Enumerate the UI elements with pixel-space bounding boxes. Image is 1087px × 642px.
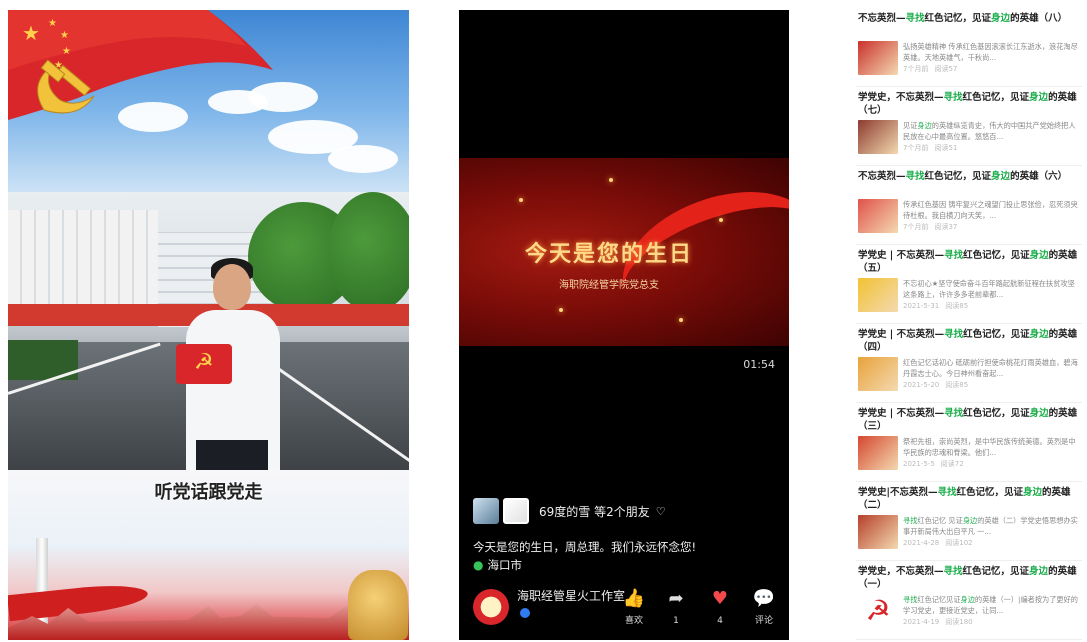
article-meta: 7个月前 阅读51 xyxy=(903,143,1080,153)
article-meta: 7个月前 阅读37 xyxy=(903,222,1080,232)
friends-liked-row[interactable]: 69度的雪 等2个朋友 ♡ xyxy=(473,498,666,524)
svg-text:★: ★ xyxy=(48,18,57,29)
article-reads: 阅读102 xyxy=(945,539,973,547)
post-text: 今天是您的生日，周总理。我们永远怀念您! xyxy=(473,540,697,554)
svg-text:★: ★ xyxy=(62,46,71,57)
article-summary: 见证身边的英雄纵览青史，伟大的中国共产党始终把人民放在心中最高位置。悠悠百... xyxy=(903,121,1076,141)
article-meta: 2021-4-19 阅读180 xyxy=(903,617,1080,627)
article-thumbnail xyxy=(858,515,898,549)
action-label: 评论 xyxy=(754,616,773,626)
article-thumbnail: ☭ xyxy=(858,594,898,628)
author-row: 海职经管星火工作室 👍 喜欢 ➦ 1 ♥ 4 💬 评论 xyxy=(473,587,783,637)
heart-outline-icon: ♡ xyxy=(655,504,666,518)
location-link[interactable]: ● 海口市 xyxy=(473,557,522,573)
action-label: 喜欢 xyxy=(624,616,643,626)
svg-text:★: ★ xyxy=(22,21,40,45)
article-title: 学党史，不忘英烈—寻找红色记忆，见证身边的英雄（七） xyxy=(858,92,1077,116)
share-button[interactable]: ➦ 1 xyxy=(661,587,691,627)
article-date: 7个月前 xyxy=(903,144,929,152)
article-list-panel: 不忘英烈—寻找红色记忆，见证身边的英雄（八） 弘扬英雄精神 传承红色基因滚滚长江东… xyxy=(856,8,1082,640)
article-thumbnail xyxy=(858,41,898,75)
svg-text:★: ★ xyxy=(60,30,69,41)
article-reads: 阅读57 xyxy=(934,65,958,73)
campus-photo: ☭ xyxy=(8,192,409,470)
article-date: 7个月前 xyxy=(903,65,929,73)
article-title: 学党史 | 不忘英烈—寻找红色记忆，见证身边的英雄（五） xyxy=(858,250,1078,274)
article-date: 2021-5-20 xyxy=(903,381,940,389)
video-subtitle: 海职院经管学院党总支 xyxy=(559,280,659,291)
article-date: 2021-4-19 xyxy=(903,618,940,626)
action-label: 4 xyxy=(717,616,723,626)
article-thumbnail xyxy=(858,278,898,312)
article-reads: 阅读37 xyxy=(934,223,958,231)
verified-icon xyxy=(520,608,530,618)
friend-avatar xyxy=(503,498,529,524)
mini-party-flag-icon: ☭ xyxy=(176,344,232,384)
article-meta: 7个月前 阅读57 xyxy=(903,64,1080,74)
stone-lion-icon xyxy=(348,570,408,640)
article-reads: 阅读51 xyxy=(934,144,958,152)
article-summary: 不忘初心★坚守使命奋斗百年路起航新征程在扶贫攻坚这条路上，许许多多老前辈都... xyxy=(903,279,1075,299)
article-title: 不忘英烈—寻找红色记忆，见证身边的英雄（六） xyxy=(858,171,1068,182)
author-avatar[interactable] xyxy=(473,589,509,625)
friends-liked-text: 69度的雪 等2个朋友 xyxy=(539,504,650,519)
location-text: 海口市 xyxy=(487,558,522,572)
article-title: 不忘英烈—寻找红色记忆，见证身边的英雄（八） xyxy=(858,13,1068,24)
article-item[interactable]: 不忘英烈—寻找红色记忆，见证身边的英雄（六） 传承红色基因 铸牢复兴之魂望门投止思… xyxy=(856,166,1082,245)
article-date: 7个月前 xyxy=(903,223,929,231)
article-meta: 2021-5-31 阅读85 xyxy=(903,301,1080,311)
article-summary: 红色记忆话初心 砥砺前行担使命桃花灯雨英雄血，碧海丹霞志士心。今日神州看奋起..… xyxy=(903,358,1078,378)
article-title: 学党史|不忘英烈—寻找红色记忆，见证身边的英雄（二） xyxy=(858,487,1071,511)
location-pin-icon: ● xyxy=(473,558,484,572)
video-post-panel: 今天是您的生日 海职院经管学院党总支 01:54 69度的雪 等2个朋友 ♡ 今… xyxy=(459,10,789,640)
thumb-up-icon: 👍 xyxy=(622,588,646,609)
article-item[interactable]: 学党史|不忘英烈—寻找红色记忆，见证身边的英雄（二） 寻找红色记忆 见证身边的英雄… xyxy=(856,482,1082,561)
video-duration: 01:54 xyxy=(743,358,775,371)
video-player[interactable]: 今天是您的生日 海职院经管学院党总支 xyxy=(459,158,789,346)
comment-button[interactable]: 💬 评论 xyxy=(749,587,779,627)
article-thumbnail xyxy=(858,436,898,470)
article-title: 学党史，不忘英烈—寻找红色记忆，见证身边的英雄（一） xyxy=(858,566,1077,590)
article-meta: 2021-5-5 阅读72 xyxy=(903,459,1080,469)
heart-button[interactable]: ♥ 4 xyxy=(705,587,735,627)
article-title: 学党史 | 不忘英烈—寻找红色记忆，见证身边的英雄（三） xyxy=(858,408,1078,432)
article-meta: 2021-4-28 阅读102 xyxy=(903,538,1080,548)
video-title: 今天是您的生日 xyxy=(524,242,693,267)
heart-icon: ♥ xyxy=(711,588,729,609)
article-summary: 寻找红色记忆见证身边的英雄（一）|编者按为了更好的学习党史，更接近党史，让同..… xyxy=(903,595,1078,615)
comment-icon: 💬 xyxy=(752,588,776,609)
article-item[interactable]: 学党史 | 不忘英烈—寻找红色记忆，见证身边的英雄（四） 红色记忆话初心 砥砺前行… xyxy=(856,324,1082,403)
friend-avatar xyxy=(473,498,499,524)
author-name[interactable]: 海职经管星火工作室 xyxy=(517,587,627,623)
article-summary: 传承红色基因 铸牢复兴之魂望门投止思张俭，忍死须臾待杜根。我自横刀向天笑，... xyxy=(903,200,1078,220)
article-summary: 祭祀先祖，崇尚英烈，是中华民族传统美德。英烈是中华民族的忠魂和脊梁。他们... xyxy=(903,437,1076,457)
article-item[interactable]: 学党史，不忘英烈—寻找红色记忆，见证身边的英雄（七） 见证身边的英雄纵览青史，伟大… xyxy=(856,87,1082,166)
thumb-up-button[interactable]: 👍 喜欢 xyxy=(619,587,649,627)
article-date: 2021-5-5 xyxy=(903,460,935,468)
article-item[interactable]: 学党史 | 不忘英烈—寻找红色记忆，见证身边的英雄（五） 不忘初心★坚守使命奋斗百… xyxy=(856,245,1082,324)
article-item[interactable]: 学党史，不忘英烈—寻找红色记忆，见证身边的英雄（一） ☭ 寻找红色记忆见证身边的英雄… xyxy=(856,561,1082,640)
article-date: 2021-5-31 xyxy=(903,302,940,310)
article-reads: 阅读85 xyxy=(945,381,969,389)
article-thumbnail xyxy=(858,120,898,154)
article-title: 学党史 | 不忘英烈—寻找红色记忆，见证身边的英雄（四） xyxy=(858,329,1078,353)
share-icon: ➦ xyxy=(668,588,684,609)
article-item[interactable]: 不忘英烈—寻找红色记忆，见证身边的英雄（八） 弘扬英雄精神 传承红色基因滚滚长江东… xyxy=(856,8,1082,87)
article-date: 2021-4-28 xyxy=(903,539,940,547)
article-reads: 阅读85 xyxy=(945,302,969,310)
article-summary: 弘扬英雄精神 传承红色基因滚滚长江东逝水，浪花淘尽英雄。天地英雄气，千秋尚... xyxy=(903,42,1078,62)
party-flag-icon: ★ ★ ★ ★ ★ xyxy=(8,10,273,120)
action-label: 1 xyxy=(673,616,679,626)
article-meta: 2021-5-20 阅读85 xyxy=(903,380,1080,390)
article-reads: 阅读180 xyxy=(945,618,973,626)
article-thumbnail xyxy=(858,199,898,233)
article-reads: 阅读72 xyxy=(940,460,964,468)
article-item[interactable]: 学党史 | 不忘英烈—寻找红色记忆，见证身边的英雄（三） 祭祀先祖，崇尚英烈，是中… xyxy=(856,403,1082,482)
article-thumbnail xyxy=(858,357,898,391)
article-summary: 寻找红色记忆 见证身边的英雄（二）学党史悟思想办实事开新局伟大出自平凡 一... xyxy=(903,516,1078,536)
poster-caption: 听党话跟党走 xyxy=(154,482,263,503)
poster-panel: ★ ★ ★ ★ ★ ☭ 听党话跟党走 xyxy=(8,10,409,640)
